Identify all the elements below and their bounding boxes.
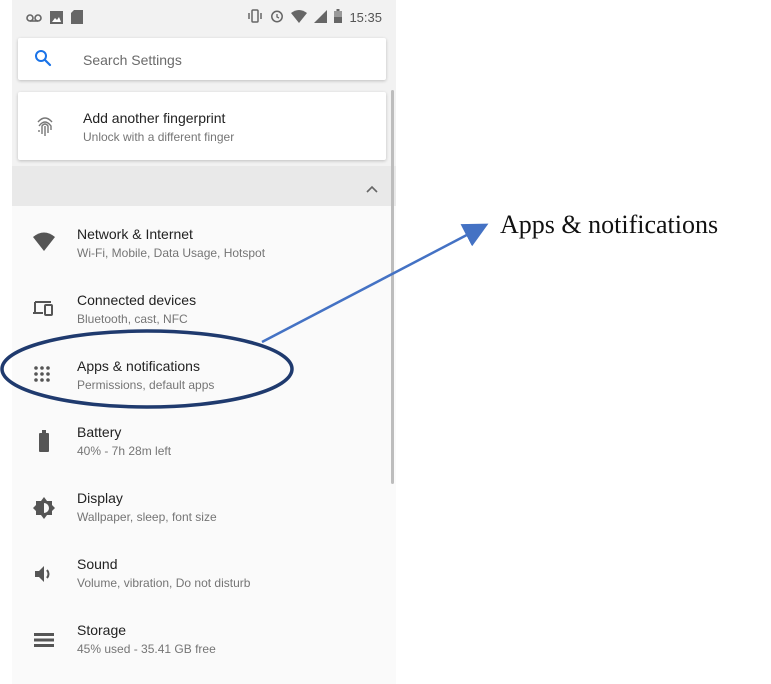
alarm-icon	[270, 9, 284, 26]
suggestions-collapse-row[interactable]	[12, 166, 396, 206]
item-title: Storage	[77, 622, 127, 638]
item-subtitle: Wi-Fi, Mobile, Data Usage, Hotspot	[77, 246, 266, 260]
brightness-icon	[32, 496, 56, 520]
item-subtitle: 45% used - 35.41 GB free	[77, 642, 216, 656]
battery-icon	[334, 9, 343, 26]
search-input[interactable]: Search Settings	[83, 52, 182, 68]
settings-list: Network & Internet Wi-Fi, Mobile, Data U…	[12, 206, 396, 684]
devices-icon	[32, 298, 56, 322]
status-time: 15:35	[349, 10, 382, 25]
settings-item-network[interactable]: Network & Internet Wi-Fi, Mobile, Data U…	[12, 210, 396, 270]
item-subtitle: 40% - 7h 28m left	[77, 444, 172, 458]
sd-card-icon	[71, 10, 83, 27]
signal-icon	[314, 9, 328, 26]
android-settings-screen: 15:35 Search Settings Add another finger…	[12, 0, 396, 684]
suggestion-card-fingerprint[interactable]: Add another fingerprint Unlock with a di…	[18, 92, 386, 160]
settings-item-connected-devices[interactable]: Connected devices Bluetooth, cast, NFC	[12, 276, 396, 336]
search-icon	[34, 49, 52, 72]
wifi-icon	[32, 232, 56, 256]
chevron-up-icon[interactable]	[366, 180, 378, 198]
item-title: Apps & notifications	[77, 358, 200, 374]
status-bar: 15:35	[12, 0, 396, 34]
storage-icon	[32, 628, 56, 652]
fingerprint-icon	[34, 114, 56, 143]
item-subtitle: Wallpaper, sleep, font size	[77, 510, 217, 524]
vibrate-icon	[247, 9, 263, 26]
settings-item-sound[interactable]: Sound Volume, vibration, Do not disturb	[12, 540, 396, 600]
item-title: Network & Internet	[77, 226, 193, 242]
item-title: Battery	[77, 424, 122, 440]
settings-item-storage[interactable]: Storage 45% used - 35.41 GB free	[12, 606, 396, 666]
wifi-icon	[291, 9, 308, 26]
item-title: Sound	[77, 556, 118, 572]
battery-icon	[32, 430, 56, 454]
voicemail-icon	[26, 11, 42, 26]
volume-icon	[32, 562, 56, 586]
settings-item-battery[interactable]: Battery 40% - 7h 28m left	[12, 408, 396, 468]
apps-grid-icon	[32, 364, 56, 388]
item-subtitle: Permissions, default apps	[77, 378, 215, 392]
scrollbar[interactable]	[391, 90, 394, 484]
image-icon	[50, 10, 63, 27]
item-title: Connected devices	[77, 292, 197, 308]
settings-item-display[interactable]: Display Wallpaper, sleep, font size	[12, 474, 396, 534]
suggestion-subtitle: Unlock with a different finger	[83, 130, 235, 144]
item-subtitle: Volume, vibration, Do not disturb	[77, 576, 251, 590]
item-title: Display	[77, 490, 123, 506]
suggestion-title: Add another fingerprint	[83, 110, 226, 126]
annotation-label: Apps & notifications	[500, 210, 719, 239]
settings-item-apps-notifications[interactable]: Apps & notifications Permissions, defaul…	[12, 342, 396, 402]
search-bar[interactable]: Search Settings	[18, 38, 386, 80]
item-subtitle: Bluetooth, cast, NFC	[77, 312, 188, 326]
